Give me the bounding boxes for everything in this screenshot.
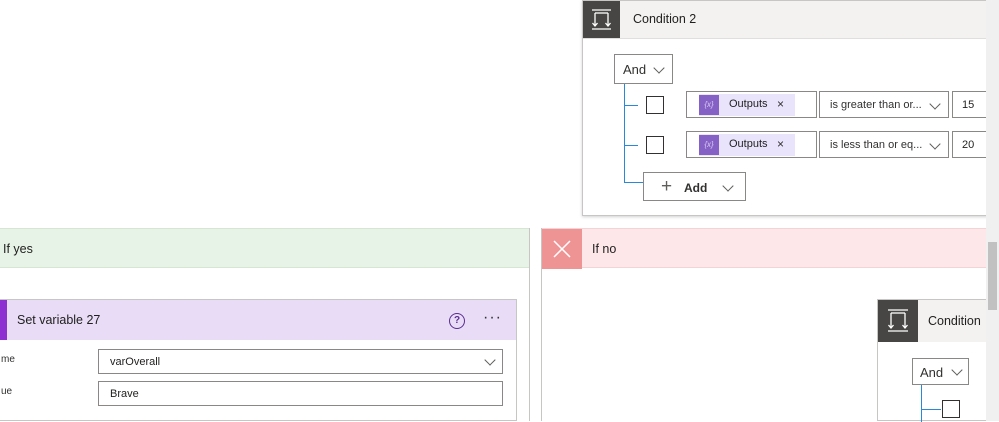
tree-connector (624, 84, 625, 182)
expression-variable-icon: {x} (699, 135, 719, 155)
tree-branch (624, 105, 638, 106)
set-variable-header[interactable]: Set variable 27 ? ··· (0, 300, 516, 340)
tree-branch (624, 145, 638, 146)
chevron-down-icon (929, 138, 941, 150)
variable-value-text: Brave (110, 388, 139, 400)
chevron-down-icon (484, 354, 496, 366)
if-no-header[interactable]: If no (542, 228, 986, 269)
operator-label: is greater than or... (830, 99, 922, 111)
group-operator-label: And (920, 365, 944, 380)
condition-value: 15 (962, 99, 975, 111)
plus-icon: + (661, 176, 673, 197)
condition-operator-dropdown[interactable]: is greater than or... (819, 91, 949, 118)
if-no-title: If no (592, 242, 617, 256)
token-label: Outputs (729, 138, 768, 150)
help-circle-icon[interactable]: ? (449, 313, 465, 329)
condition-branch-icon (878, 300, 918, 342)
condition-value-input[interactable]: 15 (952, 91, 988, 118)
variable-name-value: varOverall (110, 356, 161, 368)
tree-connector (921, 385, 922, 422)
chevron-down-icon (722, 180, 734, 192)
chevron-down-icon (929, 98, 941, 110)
row-checkbox[interactable] (942, 400, 960, 418)
value-field-label: ue (1, 386, 13, 397)
condition-card: Condition 2 And {x} Outputs × is greater… (582, 0, 988, 216)
condition-branch-icon (583, 1, 620, 38)
chevron-down-icon (653, 62, 665, 74)
nested-condition-header[interactable]: Condition (878, 300, 988, 342)
token-remove-button[interactable]: × (777, 97, 784, 111)
tree-branch (921, 409, 941, 410)
condition-left-operand[interactable]: {x} Outputs × (686, 91, 817, 118)
if-yes-title: If yes (3, 242, 33, 256)
vertical-scrollbar[interactable] (986, 0, 999, 421)
chevron-down-icon (951, 364, 963, 376)
condition-title: Condition 2 (633, 12, 697, 26)
variable-icon (0, 300, 7, 340)
ellipsis-icon[interactable]: ··· (483, 309, 502, 327)
nested-condition-card: Condition And (877, 299, 988, 422)
condition-card-header[interactable]: Condition 2 (583, 1, 987, 39)
tree-branch (624, 182, 644, 183)
add-condition-button[interactable]: + Add (643, 172, 746, 201)
row-checkbox[interactable] (646, 136, 664, 154)
if-yes-header[interactable]: If yes (0, 228, 529, 268)
close-x-icon (542, 229, 582, 269)
dynamic-token[interactable]: {x} Outputs × (699, 134, 795, 156)
scrollbar-thumb[interactable] (988, 242, 997, 310)
name-field-label: me (1, 354, 15, 365)
condition-left-operand[interactable]: {x} Outputs × (686, 131, 817, 158)
expression-variable-icon: {x} (699, 95, 719, 115)
group-operator-dropdown[interactable]: And (912, 358, 969, 385)
condition-value-input[interactable]: 20 (952, 131, 988, 158)
row-checkbox[interactable] (646, 96, 664, 114)
token-remove-button[interactable]: × (777, 137, 784, 151)
operator-label: is less than or eq... (830, 139, 923, 151)
token-label: Outputs (729, 98, 768, 110)
condition-operator-dropdown[interactable]: is less than or eq... (819, 131, 949, 158)
condition-value: 20 (962, 139, 975, 151)
group-operator-label: And (623, 62, 647, 77)
set-variable-card: Set variable 27 ? ··· me varOverall ue B… (0, 299, 517, 421)
variable-name-dropdown[interactable]: varOverall (98, 349, 503, 374)
group-operator-dropdown[interactable]: And (614, 54, 673, 84)
set-variable-title: Set variable 27 (17, 313, 101, 327)
nested-condition-title: Condition (928, 314, 981, 328)
variable-value-input[interactable]: Brave (98, 381, 503, 406)
dynamic-token[interactable]: {x} Outputs × (699, 94, 795, 116)
add-button-label: Add (684, 181, 708, 195)
